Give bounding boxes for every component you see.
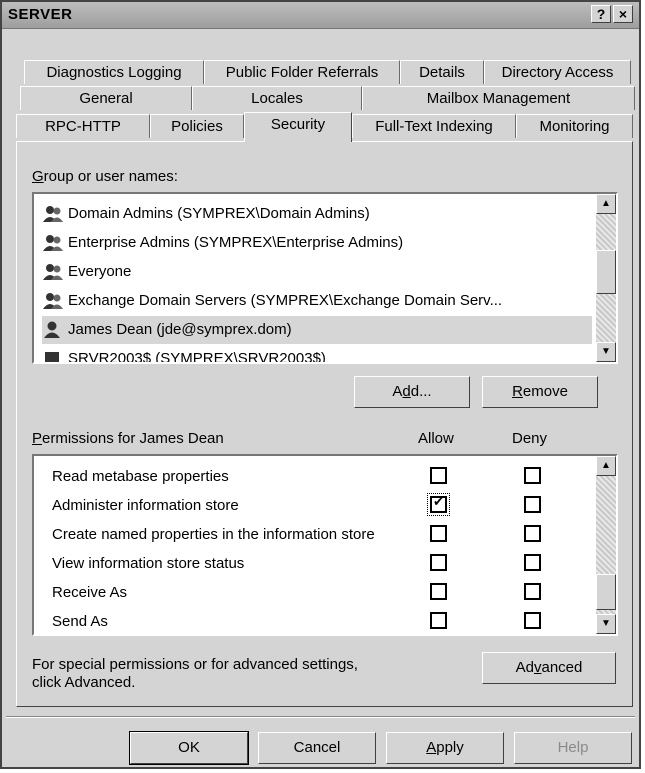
group-icon [43,264,63,281]
permission-row: Read metabase properties [52,468,229,485]
window-title: SERVER [8,6,73,23]
computer-icon [45,352,59,362]
list-item[interactable]: Exchange Domain Servers (SYMPREX\Exchang… [42,287,592,315]
deny-checkbox[interactable] [524,554,541,571]
cancel-button[interactable]: Cancel [258,732,376,764]
tab-policies[interactable]: Policies [150,114,244,138]
ok-button[interactable]: OK [129,731,249,765]
group-icon [43,235,63,252]
permissions-listbox[interactable]: Read metabase properties Administer info… [32,454,618,636]
allow-checkbox-checked[interactable] [430,494,447,513]
scroll-up-icon[interactable]: ▲ [596,194,616,214]
tab-mailbox-management[interactable]: Mailbox Management [362,86,635,110]
permission-row: View information store status [52,555,245,572]
tab-full-text-indexing[interactable]: Full-Text Indexing [352,114,516,138]
separator [6,716,635,718]
advanced-button[interactable]: Advanced [482,652,616,684]
list-item[interactable]: Everyone [42,258,592,286]
deny-checkbox[interactable] [524,612,541,629]
allow-checkbox[interactable] [430,612,447,629]
apply-button[interactable]: Apply [386,732,504,764]
group-icon [43,206,63,223]
scrollbar-thumb[interactable] [596,250,616,294]
group-or-user-names-label: Group or user names: [32,168,178,185]
scroll-up-icon[interactable]: ▲ [596,456,616,476]
tab-monitoring[interactable]: Monitoring [516,114,633,138]
allow-checkbox[interactable] [430,525,447,542]
server-properties-dialog: SERVER ? × Diagnostics Logging Public Fo… [0,0,641,769]
group-list-scrollbar[interactable]: ▲ ▼ [596,194,616,362]
permissions-scrollbar[interactable]: ▲ ▼ [596,456,616,634]
allow-checkbox[interactable] [430,583,447,600]
tab-locales[interactable]: Locales [192,86,362,110]
list-item[interactable]: Domain Admins (SYMPREX\Domain Admins) [42,200,592,228]
allow-checkbox[interactable] [430,467,447,484]
title-bar: SERVER ? × [2,2,639,29]
close-button[interactable]: × [613,5,633,23]
deny-checkbox[interactable] [524,496,541,513]
deny-checkbox[interactable] [524,467,541,484]
add-button[interactable]: Add... [354,376,470,408]
help-button[interactable]: Help [514,732,632,764]
deny-column-header: Deny [512,430,548,447]
tab-details[interactable]: Details [400,60,484,84]
tab-public-folder-referrals[interactable]: Public Folder Referrals [204,60,400,84]
permissions-for-label: Permissions for James Dean [32,430,224,447]
advanced-hint-line2: click Advanced. [32,674,136,691]
scroll-down-icon[interactable]: ▼ [596,614,616,634]
list-item[interactable]: Enterprise Admins (SYMPREX\Enterprise Ad… [42,229,592,257]
list-item-selected[interactable]: James Dean (jde@symprex.dom) [42,316,592,344]
tab-directory-access[interactable]: Directory Access [484,60,631,84]
permission-row: Administer information store [52,497,239,514]
group-user-listbox[interactable]: Domain Admins (SYMPREX\Domain Admins) En… [32,192,618,364]
tab-diagnostics-logging[interactable]: Diagnostics Logging [24,60,204,84]
allow-column-header: Allow [418,430,454,447]
permission-row: Create named properties in the informati… [52,526,375,543]
scrollbar-thumb[interactable] [596,574,616,610]
deny-checkbox[interactable] [524,525,541,542]
allow-checkbox[interactable] [430,554,447,571]
group-icon [43,293,63,310]
list-item[interactable]: SRVR2003$ (SYMPREX\SRVR2003$) [42,345,592,362]
tab-security[interactable]: Security [244,112,352,142]
tab-general[interactable]: General [20,86,192,110]
scroll-down-icon[interactable]: ▼ [596,342,616,362]
deny-checkbox[interactable] [524,583,541,600]
help-title-button[interactable]: ? [591,5,611,23]
tab-rpc-http[interactable]: RPC-HTTP [16,114,150,138]
advanced-hint-line1: For special permissions or for advanced … [32,656,358,673]
remove-button[interactable]: Remove [482,376,598,408]
permission-row: Receive As [52,584,128,601]
permission-row: Send As [52,613,108,630]
user-icon [44,321,60,339]
